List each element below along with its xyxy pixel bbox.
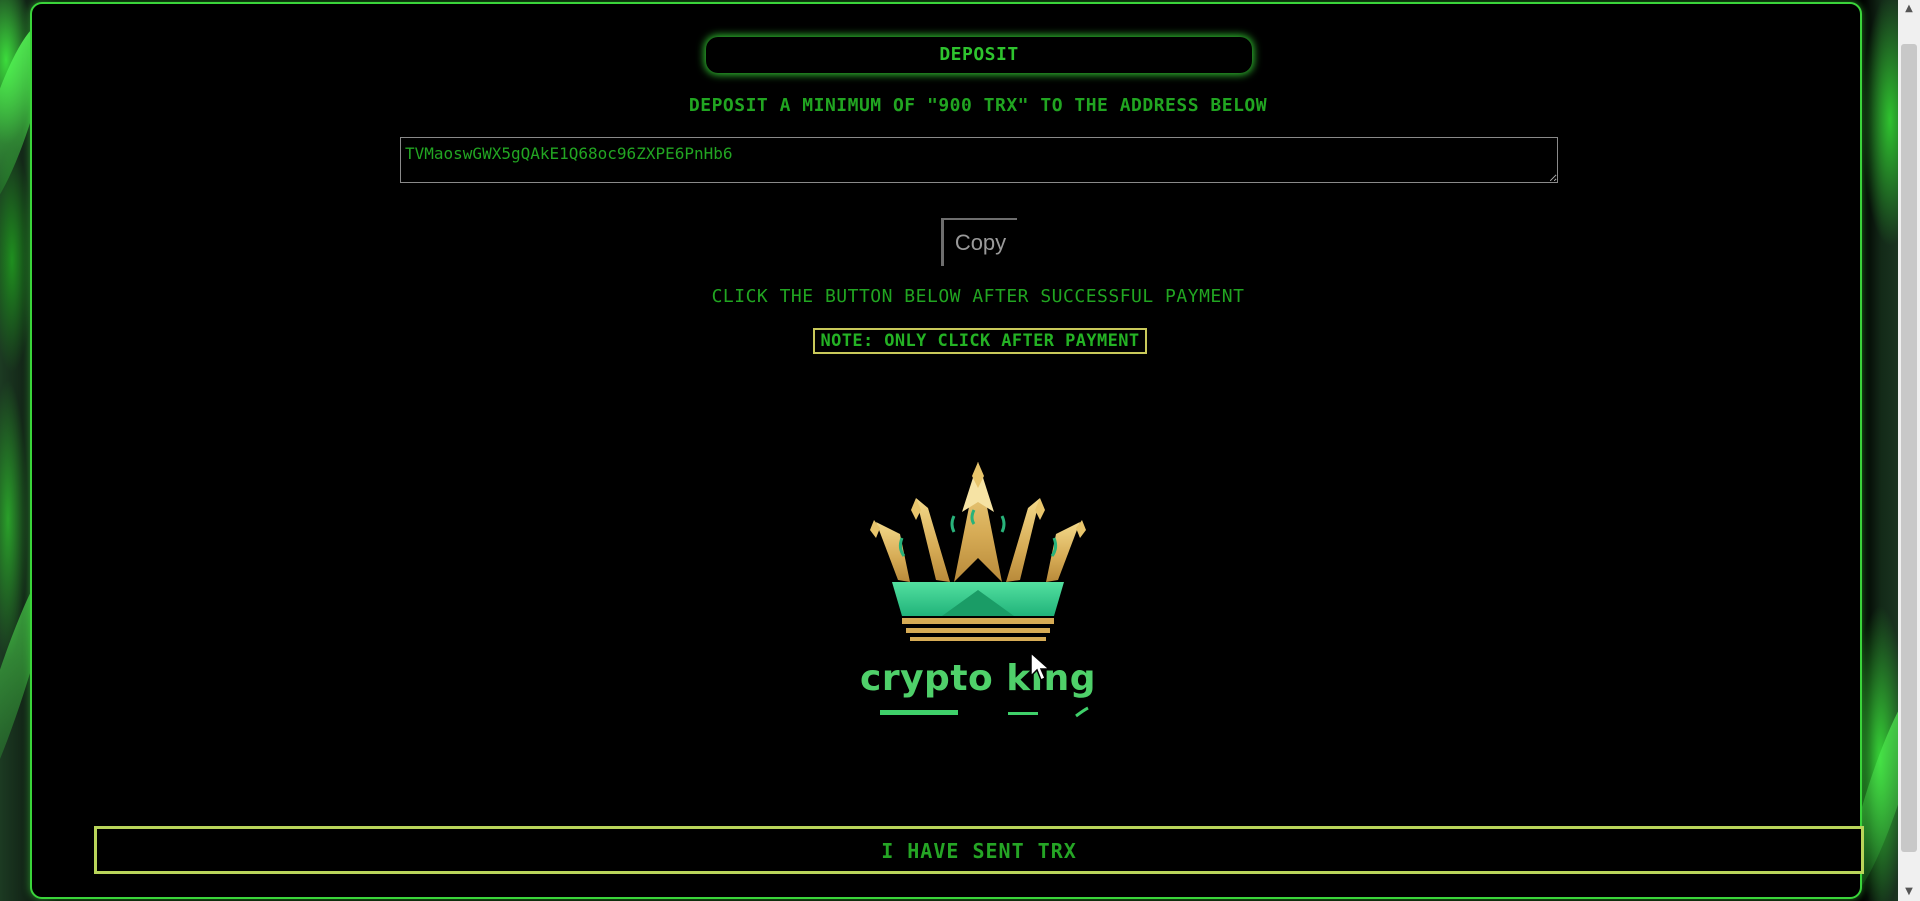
deposit-panel: DEPOSIT DEPOSIT A MINIMUM OF "900 TRX" T… (30, 2, 1864, 899)
page-title: DEPOSIT (706, 37, 1252, 73)
payment-note: NOTE: ONLY CLICK AFTER PAYMENT (813, 328, 1147, 354)
crypto-king-logo: crypto king (858, 462, 1098, 724)
confirm-sent-button[interactable]: I HAVE SENT TRX (94, 826, 1864, 874)
copy-button[interactable]: Copy (941, 218, 1017, 266)
page: DEPOSIT DEPOSIT A MINIMUM OF "900 TRX" T… (0, 0, 1920, 901)
vertical-scrollbar[interactable]: ▲ ▼ (1898, 0, 1920, 901)
mouse-cursor-icon (1030, 651, 1051, 682)
logo-text: crypto king (860, 658, 1096, 699)
scroll-up-icon[interactable]: ▲ (1898, 0, 1920, 18)
logo-underline (880, 706, 1089, 718)
crown-icon (870, 462, 1086, 641)
deposit-instruction: DEPOSIT A MINIMUM OF "900 TRX" TO THE AD… (688, 95, 1268, 116)
scroll-down-icon[interactable]: ▼ (1898, 883, 1920, 901)
wallet-address-field[interactable] (400, 137, 1558, 183)
scrollbar-thumb[interactable] (1901, 44, 1917, 852)
after-payment-instruction: CLICK THE BUTTON BELOW AFTER SUCCESSFUL … (711, 286, 1245, 307)
